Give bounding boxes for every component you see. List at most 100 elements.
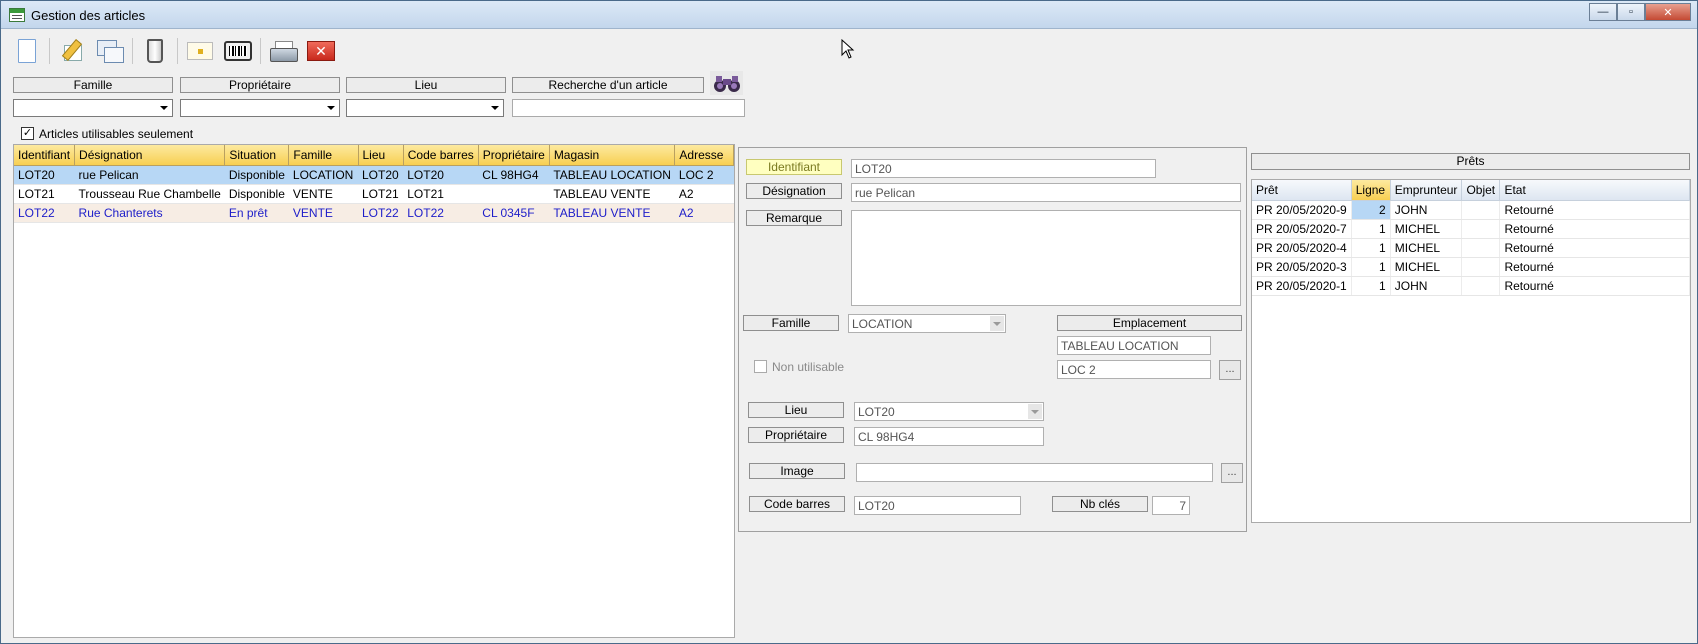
articles-grid[interactable]: Identifiant Désignation Situation Famill… <box>13 144 735 638</box>
title-bar: Gestion des articles — ▫ ✕ <box>1 1 1697 29</box>
toolbar-separator <box>260 38 261 64</box>
image-field[interactable] <box>856 463 1213 482</box>
table-row[interactable]: PR 20/05/2020-7 1 MICHEL Retourné <box>1252 219 1690 239</box>
cell: A2 <box>674 184 734 204</box>
cell <box>1461 276 1501 296</box>
toolbar-separator <box>177 38 178 64</box>
famille-filter-combo[interactable] <box>13 99 173 117</box>
new-article-button[interactable] <box>11 36 43 66</box>
maximize-button[interactable]: ▫ <box>1617 3 1645 21</box>
edit-article-button[interactable] <box>56 36 88 66</box>
image-browse-button[interactable]: ... <box>1221 463 1243 483</box>
proprietaire-filter-label: Propriétaire <box>180 77 340 93</box>
identifiant-label: Identifiant <box>746 159 842 175</box>
col-magasin[interactable]: Magasin <box>549 145 676 166</box>
loans-title: Prêts <box>1251 153 1690 170</box>
cell <box>1461 238 1501 258</box>
card-button[interactable] <box>184 36 216 66</box>
col-code-barres[interactable]: Code barres <box>403 145 479 166</box>
cell: LOT21 <box>14 184 75 204</box>
col-lieu[interactable]: Lieu <box>358 145 404 166</box>
binoculars-icon <box>713 76 740 92</box>
table-row[interactable]: PR 20/05/2020-1 1 JOHN Retourné <box>1252 276 1690 296</box>
col-proprietaire[interactable]: Propriétaire <box>478 145 550 166</box>
adresse-field[interactable]: LOC 2 <box>1057 360 1211 379</box>
delete-icon <box>147 39 163 63</box>
cell: 1 <box>1351 219 1391 239</box>
code-barres-field[interactable]: LOT20 <box>854 496 1021 515</box>
chevron-down-icon[interactable] <box>157 101 171 115</box>
lieu-value: LOT20 <box>858 405 895 419</box>
col-adresse[interactable]: Adresse <box>674 145 734 166</box>
cell: LOT21 <box>403 184 479 204</box>
col-famille[interactable]: Famille <box>288 145 359 166</box>
designation-field[interactable]: rue Pelican <box>851 183 1241 202</box>
table-row[interactable]: PR 20/05/2020-4 1 MICHEL Retourné <box>1252 238 1690 258</box>
cell: PR 20/05/2020-1 <box>1252 276 1352 296</box>
col-situation[interactable]: Situation <box>224 145 290 166</box>
cell: Disponible <box>224 184 289 204</box>
col-objet[interactable]: Objet <box>1461 180 1501 201</box>
table-row[interactable]: LOT21 Trousseau Rue Chambelle Disponible… <box>14 184 734 204</box>
emplacement-browse-button[interactable]: ... <box>1219 360 1241 380</box>
search-button[interactable] <box>710 71 743 95</box>
col-identifiant[interactable]: Identifiant <box>14 145 76 166</box>
col-emprunteur[interactable]: Emprunteur <box>1390 180 1463 201</box>
app-icon <box>9 8 25 22</box>
chevron-down-icon[interactable] <box>488 101 502 115</box>
duplicate-article-button[interactable] <box>94 36 126 66</box>
magasin-field[interactable]: TABLEAU LOCATION <box>1057 336 1211 355</box>
table-row[interactable]: PR 20/05/2020-9 2 JOHN Retourné <box>1252 200 1690 220</box>
lieu-filter-combo[interactable] <box>346 99 504 117</box>
col-pret[interactable]: Prêt <box>1252 180 1352 201</box>
cell: MICHEL <box>1390 257 1463 277</box>
chevron-down-icon[interactable] <box>324 101 338 115</box>
close-window-button[interactable]: ✕ <box>1645 3 1691 21</box>
search-label: Recherche d'un article <box>512 77 704 93</box>
close-form-button[interactable]: ✕ <box>305 36 337 66</box>
nb-cles-field[interactable]: 7 <box>1152 496 1190 515</box>
cell: LOC 2 <box>674 165 734 185</box>
table-row[interactable]: PR 20/05/2020-3 1 MICHEL Retourné <box>1252 257 1690 277</box>
print-button[interactable] <box>267 36 299 66</box>
usable-only-checkbox[interactable]: ✓ <box>21 127 34 140</box>
delete-article-button[interactable] <box>139 36 171 66</box>
proprietaire-filter-combo[interactable] <box>180 99 340 117</box>
cell <box>478 184 550 204</box>
close-icon: ✕ <box>307 41 335 61</box>
main-window: Gestion des articles — ▫ ✕ ✕ Famille Pro… <box>0 0 1698 644</box>
table-row[interactable]: LOT22 Rue Chanterets En prêt VENTE LOT22… <box>14 203 734 223</box>
image-label: Image <box>749 463 845 479</box>
non-utilisable-checkbox[interactable] <box>754 360 767 373</box>
cell: LOT22 <box>14 203 75 223</box>
cell: VENTE <box>288 184 358 204</box>
col-ligne[interactable]: Ligne <box>1351 180 1391 201</box>
proprietaire-field[interactable]: CL 98HG4 <box>854 427 1044 446</box>
remarque-field[interactable] <box>851 210 1241 306</box>
cell: 1 <box>1351 257 1391 277</box>
cell: PR 20/05/2020-4 <box>1252 238 1352 258</box>
chevron-down-icon[interactable] <box>990 316 1004 331</box>
cell: TABLEAU VENTE <box>549 184 675 204</box>
cell: PR 20/05/2020-3 <box>1252 257 1352 277</box>
table-row[interactable]: LOT20 rue Pelican Disponible LOCATION LO… <box>14 165 734 185</box>
cell: MICHEL <box>1390 219 1463 239</box>
card-icon <box>187 42 213 60</box>
col-etat[interactable]: Etat <box>1499 180 1690 201</box>
famille-combo[interactable]: LOCATION <box>848 314 1006 333</box>
loans-header-row: Prêt Ligne Emprunteur Objet Etat <box>1252 180 1690 201</box>
lieu-combo[interactable]: LOT20 <box>854 402 1044 421</box>
cell: Retourné <box>1499 238 1690 258</box>
loans-grid[interactable]: Prêt Ligne Emprunteur Objet Etat PR 20/0… <box>1251 179 1691 523</box>
cell: TABLEAU LOCATION <box>549 165 675 185</box>
identifiant-field[interactable]: LOT20 <box>851 159 1156 178</box>
search-input[interactable] <box>512 99 745 117</box>
print-icon <box>270 41 298 62</box>
cell: 1 <box>1351 276 1391 296</box>
col-designation[interactable]: Désignation <box>74 145 226 166</box>
loans-table: Prêt Ligne Emprunteur Objet Etat PR 20/0… <box>1252 180 1690 296</box>
cell: Retourné <box>1499 276 1690 296</box>
minimize-button[interactable]: — <box>1589 3 1617 21</box>
chevron-down-icon[interactable] <box>1028 404 1042 419</box>
barcode-button[interactable] <box>222 36 254 66</box>
